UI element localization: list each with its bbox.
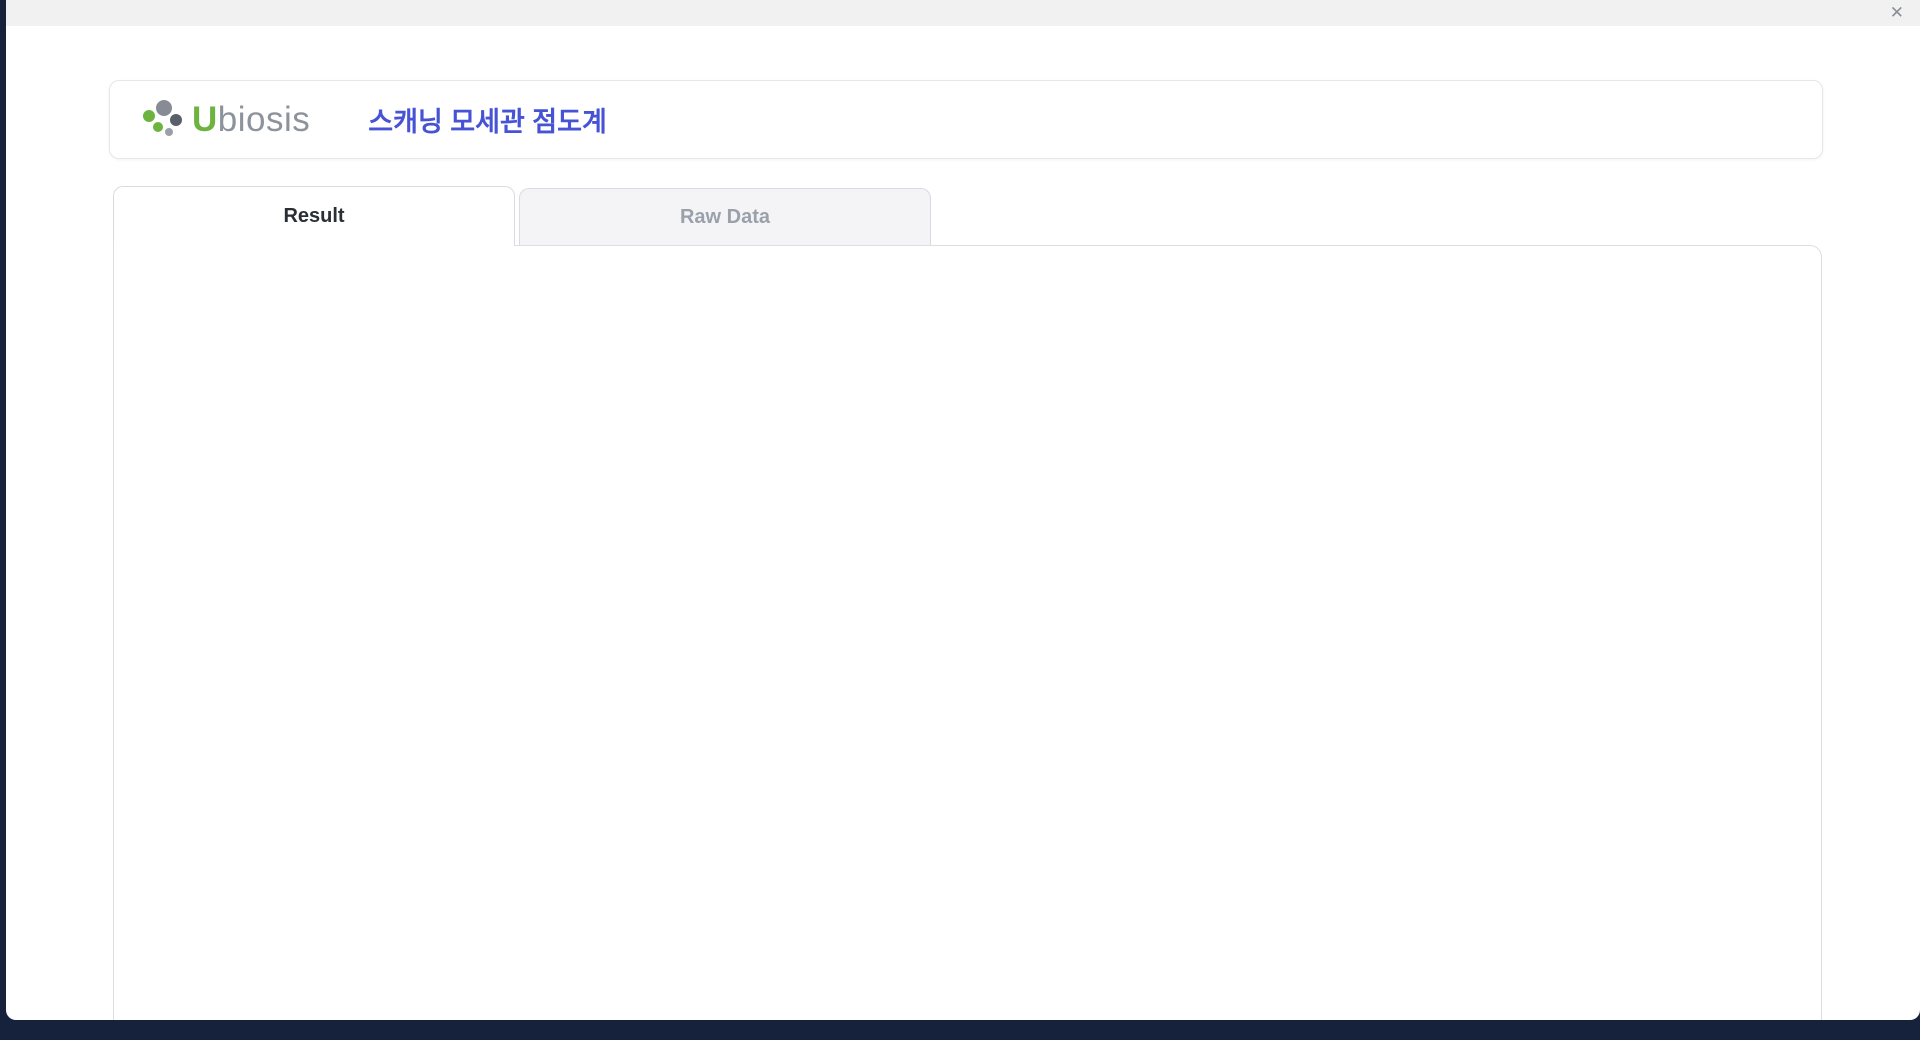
header-card: Ubiosis 스캐닝 모세관 점도계 — [109, 80, 1823, 159]
close-icon[interactable]: ✕ — [1890, 4, 1904, 22]
ubiosis-logo-icon — [140, 94, 186, 146]
app-window: ✕ Ubiosis 스캐닝 모세관 점도계 Result Raw Data i … — [6, 0, 1920, 1020]
brand-logo: Ubiosis — [140, 94, 310, 146]
page-title: 스캐닝 모세관 점도계 — [368, 107, 607, 137]
brand-text: Ubiosis — [192, 99, 311, 139]
result-tab-panel — [113, 245, 1822, 1020]
tab-raw-data[interactable]: Raw Data — [519, 188, 931, 246]
tab-result[interactable]: Result — [113, 186, 515, 246]
window-topbar — [6, 0, 1920, 26]
